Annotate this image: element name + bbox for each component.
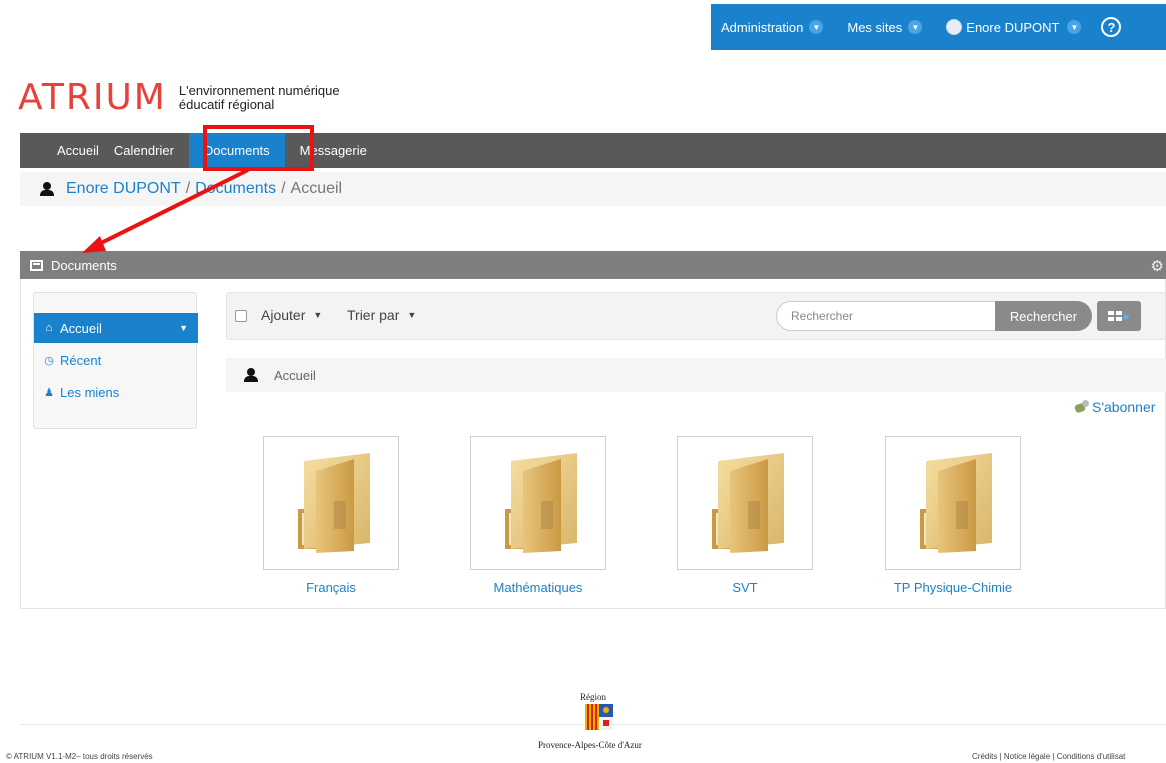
- sidemenu-item-les-miens[interactable]: ♟ Les miens: [34, 377, 198, 407]
- nav-item-calendrier[interactable]: Calendrier: [114, 133, 189, 168]
- chevron-down-icon: ▼: [809, 20, 824, 34]
- display-mode-button[interactable]: ▶: [1097, 301, 1141, 331]
- logo-tagline-line1: L'environnement numérique: [178, 83, 340, 98]
- caret-down-icon: ▼: [313, 310, 323, 320]
- user-name: Enore DUPONT: [966, 19, 1060, 35]
- sidemenu-item-recent[interactable]: ◷ Récent: [34, 345, 198, 375]
- breadcrumb-user[interactable]: Enore DUPONT: [66, 180, 181, 198]
- folder-icon: [712, 453, 784, 553]
- folder-icon: [298, 453, 370, 553]
- logo-wordmark: ATRIUM: [18, 77, 167, 118]
- breadcrumb: Enore DUPONT / Documents / Accueil: [20, 172, 1166, 206]
- folder-breadcrumb: Accueil: [226, 358, 1166, 392]
- folder-icon: [920, 453, 992, 553]
- user-icon: ♟: [44, 386, 54, 399]
- folder-label[interactable]: Français: [251, 580, 411, 595]
- sidemenu-item-label: Récent: [60, 352, 102, 368]
- select-all-checkbox[interactable]: [235, 310, 247, 322]
- documents-toolbar: Ajouter ▼ Trier par ▼ Rechercher ▶: [226, 292, 1166, 340]
- user-menu[interactable]: Enore DUPONT ▼: [946, 19, 1082, 35]
- region-name: Provence-Alpes-Côte d'Azur: [538, 740, 642, 750]
- chevron-down-icon: ▼: [179, 323, 188, 333]
- sort-label: Trier par: [347, 307, 400, 323]
- search-input[interactable]: [776, 301, 996, 331]
- user-icon: [244, 368, 258, 382]
- sidemenu-item-label: Les miens: [60, 384, 120, 400]
- footer-link-credits[interactable]: Crédits: [972, 752, 997, 761]
- folder-breadcrumb-label[interactable]: Accueil: [274, 368, 316, 383]
- folder-item[interactable]: [470, 436, 606, 570]
- sidemenu-item-accueil[interactable]: ⌂ Accueil ▼: [34, 313, 198, 343]
- footer-link-legal[interactable]: Notice légale: [1004, 752, 1050, 761]
- nav-item-accueil[interactable]: Accueil: [20, 133, 114, 168]
- documents-portlet-header: Documents ⚙: [20, 251, 1166, 279]
- my-sites-menu[interactable]: Mes sites ▼: [847, 19, 923, 35]
- folder-label[interactable]: TP Physique-Chimie: [873, 580, 1033, 595]
- chevron-down-icon: ▼: [1067, 20, 1082, 34]
- footer-link-separator: |: [999, 752, 1002, 761]
- caret-down-icon: ▼: [407, 310, 417, 320]
- folder-window-icon: [30, 259, 43, 271]
- subscribe-link[interactable]: S'abonner: [1075, 399, 1155, 415]
- gear-icon[interactable]: ⚙: [1151, 257, 1164, 275]
- chevron-down-icon: ▼: [908, 20, 923, 34]
- documents-sidemenu: ⌂ Accueil ▼ ◷ Récent ♟ Les miens: [33, 292, 198, 429]
- search-button[interactable]: Rechercher: [995, 301, 1092, 331]
- rss-subscribe-icon: [1075, 400, 1089, 414]
- region-logo-icon: [585, 704, 613, 730]
- folder-item[interactable]: [677, 436, 813, 570]
- folder-item[interactable]: [885, 436, 1021, 570]
- region-title: Région: [580, 692, 606, 702]
- breadcrumb-separator: /: [281, 180, 286, 197]
- folder-icon: [505, 453, 577, 553]
- sort-menu-button[interactable]: Trier par ▼: [347, 307, 416, 323]
- folder-label[interactable]: SVT: [665, 580, 825, 595]
- arrow-right-icon: ▶: [1123, 311, 1131, 321]
- annotation-highlight-box: [203, 125, 314, 171]
- avatar: [946, 19, 963, 35]
- footer-links: Crédits | Notice légale | Conditions d'u…: [972, 752, 1125, 761]
- breadcrumb-current: Accueil: [290, 180, 343, 197]
- logo-tagline-line2: éducatif régional: [178, 97, 275, 112]
- folder-item[interactable]: [263, 436, 399, 570]
- home-icon: ⌂: [45, 322, 53, 334]
- folder-label[interactable]: Mathématiques: [458, 580, 618, 595]
- administration-menu[interactable]: Administration ▼: [721, 19, 824, 35]
- my-sites-label: Mes sites: [847, 19, 903, 35]
- footer-link-separator: |: [1052, 752, 1055, 761]
- portlet-title: Documents: [51, 257, 117, 273]
- admin-bar: Administration ▼ Mes sites ▼ Enore DUPON…: [711, 4, 1166, 50]
- site-logo[interactable]: ATRIUM L'environnement numérique éducati…: [18, 80, 340, 116]
- breadcrumb-separator: /: [185, 180, 191, 197]
- add-label: Ajouter: [261, 307, 306, 323]
- grid-view-icon: [1107, 311, 1122, 321]
- copyright-text: © ATRIUM V1.1-M2– tous droits réservés: [6, 752, 153, 761]
- sidemenu-item-label: Accueil: [60, 320, 102, 336]
- user-icon: [40, 182, 54, 196]
- help-icon[interactable]: ?: [1101, 17, 1122, 37]
- footer-link-terms[interactable]: Conditions d'utilisat: [1057, 752, 1126, 761]
- breadcrumb-documents[interactable]: Documents: [195, 180, 276, 198]
- subscribe-label: S'abonner: [1092, 399, 1156, 415]
- logo-tagline: L'environnement numérique éducatif régio…: [179, 84, 340, 112]
- add-menu-button[interactable]: Ajouter ▼: [261, 307, 322, 323]
- clock-icon: ◷: [44, 354, 54, 367]
- administration-label: Administration: [721, 19, 804, 35]
- main-nav: Accueil Calendrier Documents Messagerie: [20, 133, 1166, 168]
